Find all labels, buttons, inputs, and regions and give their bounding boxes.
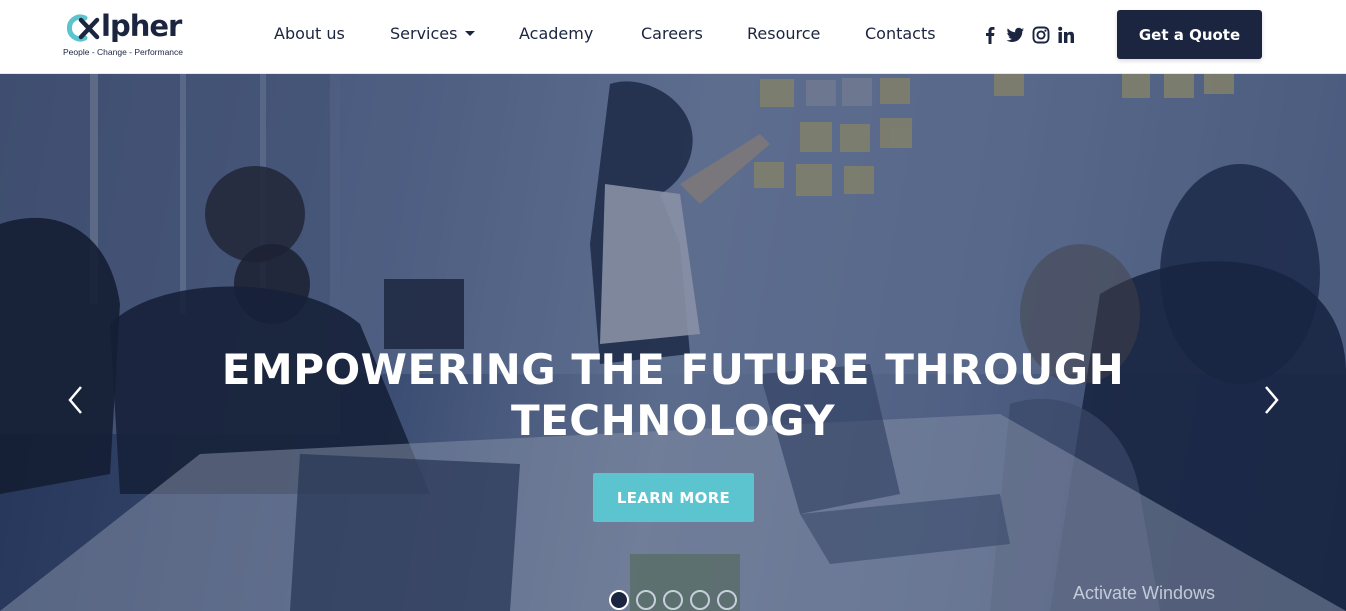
slide-dot-5[interactable]	[717, 590, 737, 610]
facebook-icon[interactable]	[980, 25, 1000, 45]
learn-more-button[interactable]: LEARN MORE	[593, 473, 754, 522]
nav-item-careers[interactable]: Careers	[641, 24, 703, 43]
chevron-left-icon[interactable]	[65, 384, 85, 416]
nav-item-academy[interactable]: Academy	[519, 24, 593, 43]
hero-title-line-1: EMPOWERING THE FUTURE THROUGH	[221, 345, 1125, 394]
hero-slider: EMPOWERING THE FUTURE THROUGH TECHNOLOGY…	[0, 74, 1346, 611]
nav-item-services[interactable]: Services	[390, 24, 476, 43]
hero-title: EMPOWERING THE FUTURE THROUGH TECHNOLOGY	[173, 344, 1173, 446]
logo-text: lpher	[101, 9, 182, 43]
logo-tagline: People - Change - Performance	[63, 47, 184, 57]
brand-logo[interactable]: lpher People - Change - Performance	[63, 9, 193, 59]
nav-item-contacts[interactable]: Contacts	[865, 24, 936, 43]
site-header: lpher People - Change - Performance Abou…	[0, 0, 1346, 74]
nav-item-services-label: Services	[390, 24, 458, 43]
slide-dot-1[interactable]	[609, 590, 629, 610]
twitter-icon[interactable]	[1005, 25, 1025, 45]
logo-mark-icon	[66, 14, 100, 42]
chevron-right-icon[interactable]	[1262, 384, 1282, 416]
windows-activation-watermark: Activate Windows	[1073, 583, 1216, 603]
slide-dot-4[interactable]	[690, 590, 710, 610]
linkedin-icon[interactable]	[1056, 25, 1076, 45]
instagram-icon[interactable]	[1031, 25, 1051, 45]
slide-dot-2[interactable]	[636, 590, 656, 610]
nav-item-about[interactable]: About us	[274, 24, 345, 43]
hero-title-line-2: TECHNOLOGY	[510, 396, 836, 445]
chevron-down-icon	[465, 31, 476, 36]
get-quote-button[interactable]: Get a Quote	[1117, 10, 1262, 59]
nav-item-resource[interactable]: Resource	[747, 24, 820, 43]
hero-overlay	[0, 74, 1346, 611]
slide-dot-3[interactable]	[663, 590, 683, 610]
